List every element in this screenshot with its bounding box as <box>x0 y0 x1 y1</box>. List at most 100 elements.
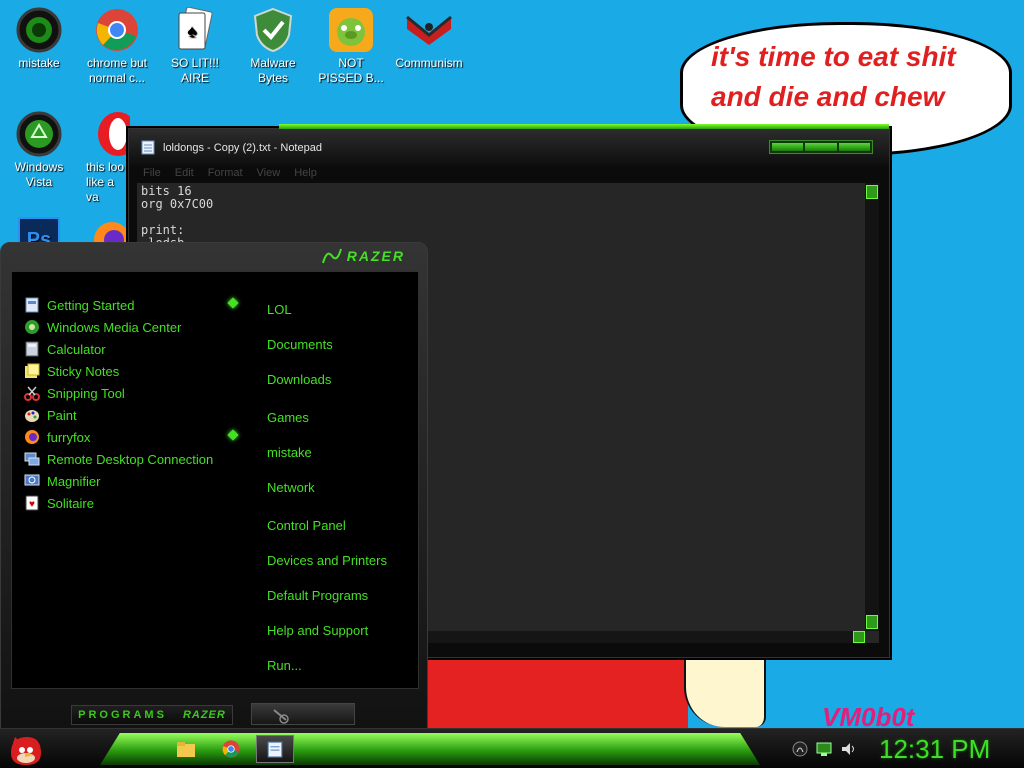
start-item-remote-desktop-connection[interactable]: Remote Desktop Connection <box>23 448 243 470</box>
desktop-icon-label: chrome but normal c... <box>86 56 148 85</box>
razer-green-icon <box>15 6 63 54</box>
all-programs-brand: RAZER <box>182 709 226 721</box>
start-link-documents[interactable]: Documents <box>267 337 333 352</box>
scroll-up-button[interactable] <box>866 185 878 199</box>
razer-brand: RAZER <box>346 248 405 264</box>
start-item-magnifier[interactable]: Magnifier <box>23 470 243 492</box>
start-link-mistake[interactable]: mistake <box>267 445 312 460</box>
svg-text:♥: ♥ <box>29 499 35 510</box>
menu-format[interactable]: Format <box>208 167 243 183</box>
desktop-icon-label: NOT PISSED B... <box>318 56 384 85</box>
start-item-sticky-notes[interactable]: Sticky Notes <box>23 360 243 382</box>
razer-tray-icon[interactable] <box>792 741 808 760</box>
solitaire-icon: ♠ <box>171 6 219 54</box>
taskbar-notepad[interactable] <box>256 735 294 763</box>
start-item-paint[interactable]: Paint <box>23 404 243 426</box>
desktop-icon-label: mistake <box>18 56 60 70</box>
taskbar-chrome[interactable] <box>212 735 250 763</box>
start-item-snipping-tool[interactable]: Snipping Tool <box>23 382 243 404</box>
menu-view[interactable]: View <box>257 167 281 183</box>
desktop-icon-opera[interactable]: this loo like a va <box>76 110 130 205</box>
start-link-devices-and-printers[interactable]: Devices and Printers <box>267 553 387 568</box>
scroll-down-button[interactable] <box>866 615 878 629</box>
power-icon <box>273 709 289 724</box>
notepad-title: loldongs - Copy (2).txt - Notepad <box>163 142 322 154</box>
start-item-label: Solitaire <box>47 495 94 511</box>
speech-line: and die and chew <box>711 81 945 112</box>
taskbar: 12:31 PM <box>0 728 1024 768</box>
all-programs-button[interactable]: PROGRAMS RAZER <box>71 705 233 725</box>
network-icon[interactable] <box>816 741 832 760</box>
start-item-label: Snipping Tool <box>47 385 125 401</box>
recycle-bin-icon <box>15 110 63 158</box>
volume-icon[interactable] <box>840 741 858 760</box>
start-link-control-panel[interactable]: Control Panel <box>267 518 346 533</box>
folder-icon <box>177 742 195 757</box>
start-link-network[interactable]: Network <box>267 480 315 495</box>
desktop-icon-not-pissed[interactable]: NOT PISSED B... <box>312 6 390 86</box>
desktop-icon-windows-vista[interactable]: Windows Vista <box>0 110 78 190</box>
start-item-label: Paint <box>47 407 77 423</box>
start-item-label: Calculator <box>47 341 106 357</box>
start-button[interactable] <box>6 730 46 768</box>
scissors-icon <box>23 384 41 402</box>
shutdown-button[interactable] <box>251 703 355 725</box>
desktop-icon-mistake[interactable]: mistake <box>0 6 78 71</box>
taskbar-file-explorer[interactable] <box>167 735 205 763</box>
all-programs-label: PROGRAMS <box>78 709 167 721</box>
start-item-furryfox[interactable]: furryfox <box>23 426 243 448</box>
communism-flag-icon <box>405 6 453 54</box>
wallpaper-red-area <box>428 655 688 730</box>
chrome-icon <box>222 740 240 758</box>
razer-logo: RAZER <box>321 247 405 265</box>
start-item-solitaire[interactable]: ♥ Solitaire <box>23 492 243 514</box>
start-item-calculator[interactable]: Calculator <box>23 338 243 360</box>
start-link-downloads[interactable]: Downloads <box>267 372 331 387</box>
window-controls[interactable] <box>769 140 873 154</box>
shield-check-icon <box>249 6 297 54</box>
svg-text:♠: ♠ <box>187 21 197 41</box>
desktop-icon-communism[interactable]: Communism <box>390 6 468 71</box>
start-item-label: furryfox <box>47 429 91 445</box>
start-item-getting-started[interactable]: Getting Started <box>23 294 243 316</box>
start-link-lol[interactable]: LOL <box>267 302 292 317</box>
maximize-button[interactable] <box>805 143 837 151</box>
close-button[interactable] <box>838 143 870 151</box>
chrome-icon <box>93 6 141 54</box>
scroll-right-button[interactable] <box>853 631 865 643</box>
calculator-icon <box>23 340 41 358</box>
start-link-games[interactable]: Games <box>267 410 309 425</box>
desktop-icon-malwarebytes[interactable]: Malware Bytes <box>234 6 312 86</box>
start-item-windows-media-center[interactable]: Windows Media Center <box>23 316 243 338</box>
start-link-run[interactable]: Run... <box>267 658 302 673</box>
desktop-icon-solitaire[interactable]: ♠ SO LIT!!! AIRE <box>156 6 234 86</box>
menu-file[interactable]: File <box>143 167 161 183</box>
magnifier-icon <box>23 472 41 490</box>
desktop-icon-chrome[interactable]: chrome but normal c... <box>78 6 156 86</box>
start-menu: RAZER Getting Started Windows Media Cent… <box>0 242 428 730</box>
menu-help[interactable]: Help <box>294 167 317 183</box>
media-center-icon <box>23 318 41 336</box>
desktop-icon-label: SO LIT!!! AIRE <box>170 56 219 85</box>
start-item-label: Magnifier <box>47 473 101 489</box>
taskbar-clock[interactable]: 12:31 PM <box>879 734 990 765</box>
paint-palette-icon <box>23 406 41 424</box>
getting-started-icon <box>23 296 41 314</box>
start-link-help-and-support[interactable]: Help and Support <box>267 623 368 638</box>
wallpaper-cream-shape <box>684 655 766 727</box>
start-menu-programs-list: Getting Started Windows Media Center Cal… <box>23 294 243 514</box>
solitaire-icon: ♥ <box>23 494 41 512</box>
notepad-menubar: File Edit Format View Help <box>129 167 889 183</box>
sticky-notes-icon <box>23 362 41 380</box>
razer-snake-icon <box>321 248 342 264</box>
minimize-button[interactable] <box>772 143 804 151</box>
angry-pig-icon <box>327 6 375 54</box>
menu-edit[interactable]: Edit <box>175 167 194 183</box>
speech-line: it's time to eat shit <box>711 41 956 72</box>
start-item-label: Sticky Notes <box>47 363 120 379</box>
vertical-scrollbar[interactable] <box>865 183 879 631</box>
start-item-label: Remote Desktop Connection <box>47 451 214 467</box>
start-link-default-programs[interactable]: Default Programs <box>267 588 368 603</box>
opera-icon <box>94 110 130 158</box>
desktop-icon-label: this loo like a va <box>86 160 125 204</box>
